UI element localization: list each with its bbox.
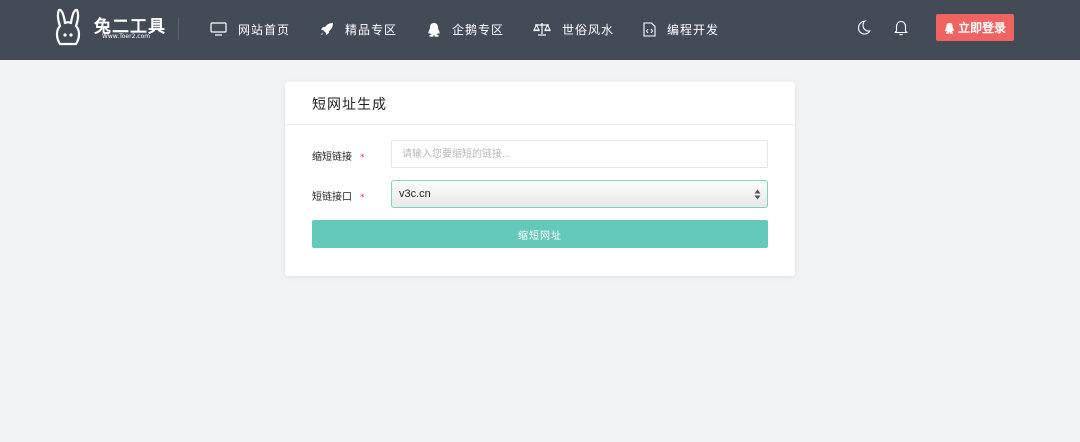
nav-item-home[interactable]: 网站首页 xyxy=(210,19,290,39)
shorten-button-label: 缩短网址 xyxy=(518,230,562,242)
monitor-icon xyxy=(210,22,227,36)
penguin-icon xyxy=(428,22,440,37)
required-mark: * xyxy=(360,193,365,203)
shorten-url-button[interactable]: 缩短网址 xyxy=(312,220,768,248)
api-label-text: 短链接口 xyxy=(312,192,352,203)
card-divider xyxy=(285,124,795,125)
theme-toggle-button[interactable] xyxy=(855,19,873,37)
select-arrows-icon xyxy=(754,189,761,200)
url-field-label: 缩短链接 * xyxy=(312,148,365,163)
bell-icon xyxy=(894,20,908,36)
card-title: 短网址生成 xyxy=(312,97,387,113)
rocket-icon xyxy=(321,23,333,35)
url-label-text: 缩短链接 xyxy=(312,152,352,163)
api-select-value: v3c.cn xyxy=(399,188,431,200)
site-logo[interactable]: 兔二工具 Www.Toer2.com xyxy=(54,8,174,48)
top-navigation-bar: 兔二工具 Www.Toer2.com 网站首页 精品专区 企鹅专区 世俗风水 编… xyxy=(0,0,1080,60)
url-input[interactable] xyxy=(391,140,768,168)
nav-label-dev: 编程开发 xyxy=(667,22,720,37)
code-file-icon xyxy=(643,21,656,37)
notification-button[interactable] xyxy=(893,19,911,37)
moon-icon xyxy=(857,20,871,35)
logo-divider xyxy=(178,18,179,40)
rabbit-logo-icon xyxy=(55,8,81,46)
nav-label-fengshui: 世俗风水 xyxy=(562,22,615,37)
login-button-label: 立即登录 xyxy=(957,21,1006,35)
nav-label-penguin: 企鹅专区 xyxy=(452,22,505,37)
nav-label-premium: 精品专区 xyxy=(345,22,398,37)
nav-item-premium[interactable]: 精品专区 xyxy=(320,19,397,39)
api-select[interactable]: v3c.cn xyxy=(391,180,768,208)
nav-item-penguin[interactable]: 企鹅专区 xyxy=(427,19,504,39)
nav-item-fengshui[interactable]: 世俗风水 xyxy=(533,19,614,39)
login-button[interactable]: 立即登录 xyxy=(936,14,1014,41)
nav-item-dev[interactable]: 编程开发 xyxy=(643,19,719,39)
logo-subtitle: Www.Toer2.com xyxy=(102,33,151,40)
penguin-icon xyxy=(945,22,954,34)
nav-label-home: 网站首页 xyxy=(238,22,291,37)
scale-icon xyxy=(533,23,551,36)
short-url-card: 短网址生成 缩短链接 * 短链接口 * v3c.cn 缩短网址 xyxy=(285,82,795,276)
required-mark: * xyxy=(360,153,365,163)
api-field-label: 短链接口 * xyxy=(312,188,365,203)
